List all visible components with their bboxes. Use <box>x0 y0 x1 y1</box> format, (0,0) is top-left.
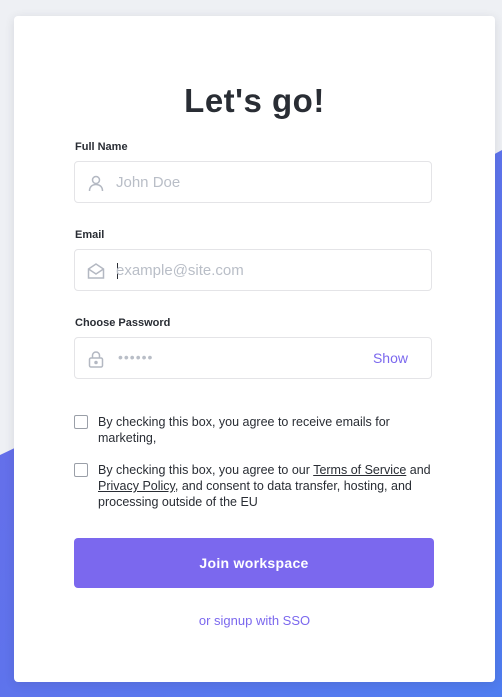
terms-consent-checkbox[interactable] <box>74 463 88 477</box>
join-workspace-button[interactable]: Join workspace <box>74 538 434 588</box>
terms-consent-text: By checking this box, you agree to our T… <box>98 462 438 510</box>
show-password-button[interactable]: Show <box>373 350 408 366</box>
marketing-consent-checkbox[interactable] <box>74 415 88 429</box>
sso-signup-link[interactable]: or signup with SSO <box>14 613 495 628</box>
full-name-input[interactable] <box>116 162 346 202</box>
full-name-field[interactable] <box>74 161 432 203</box>
page-title: Let's go! <box>184 82 325 119</box>
user-icon <box>87 174 105 192</box>
email-input[interactable] <box>116 250 346 290</box>
privacy-policy-link[interactable]: Privacy Policy <box>98 479 175 493</box>
email-field[interactable] <box>74 249 432 291</box>
terms-consent-prefix: By checking this box, you agree to our <box>98 463 314 477</box>
terms-of-service-link[interactable]: Terms of Service <box>313 463 406 477</box>
password-field[interactable]: •••••• Show <box>74 337 432 379</box>
envelope-icon <box>87 262 105 280</box>
password-label: Choose Password <box>75 317 171 329</box>
password-input[interactable]: •••••• <box>118 349 153 365</box>
full-name-label: Full Name <box>75 141 128 153</box>
email-label: Email <box>75 229 105 241</box>
lock-icon <box>87 350 105 368</box>
signup-card: Let's go! Full Name Email Choose Passwor… <box>14 16 495 682</box>
terms-consent-and: and <box>406 463 431 477</box>
marketing-consent-text: By checking this box, you agree to recei… <box>98 415 390 445</box>
